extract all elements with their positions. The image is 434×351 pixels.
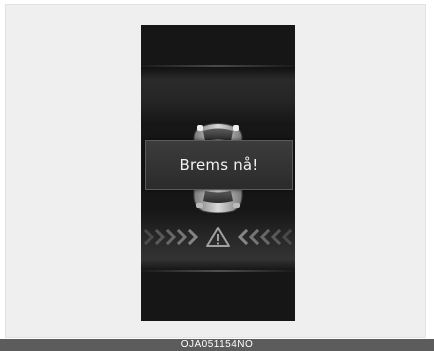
display-top-band (141, 65, 295, 123)
warning-triangle-icon (206, 227, 230, 247)
instrument-cluster-display: Brems nå! (141, 25, 295, 321)
chevrons-right-icon (143, 228, 199, 246)
chevrons-left-icon (237, 228, 293, 246)
warning-message: Brems nå! (179, 156, 259, 174)
image-code-caption: OJA051154NO (180, 339, 254, 350)
forward-collision-warning-popup: Brems nå! (145, 140, 293, 190)
proximity-alert-row (143, 227, 293, 247)
